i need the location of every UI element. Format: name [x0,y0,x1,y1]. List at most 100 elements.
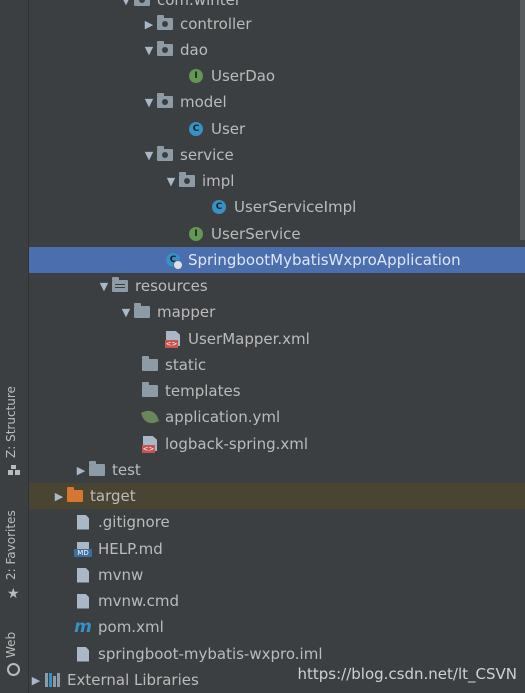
excluded-folder-icon [66,487,84,505]
folder-icon [141,382,159,400]
tree-row-help-md[interactable]: MD HELP.md [29,536,525,562]
expand-arrow-icon[interactable]: ▼ [97,280,111,293]
tree-item-label: SpringbootMybatisWxproApplication [188,251,461,269]
tree-item-label: mvnw [98,566,144,584]
tree-item-label: UserMapper.xml [188,330,310,348]
tree-item-label: resources [135,277,208,295]
tree-item-label: test [112,461,141,479]
tree-row-mapper[interactable]: ▼ mapper [29,299,525,325]
tree-row-gitignore[interactable]: .gitignore [29,509,525,535]
tool-window-strip: Z: Structure 2: Favorites Web ★ [0,0,29,693]
tree-row-user[interactable]: C User [29,116,525,142]
tree-item-label: UserService [211,225,301,243]
collapse-arrow-icon[interactable]: ▶ [74,464,88,477]
tree-row-impl[interactable]: ▼ impl [29,168,525,194]
tree-row-mvnw-cmd[interactable]: mvnw.cmd [29,588,525,614]
watermark-text: https://blog.csdn.net/lt_CSVN [297,665,517,683]
tree-row-dao[interactable]: ▼ dao [29,37,525,63]
resources-folder-icon [111,277,129,295]
tree-row-pom-xml[interactable]: m pom.xml [29,614,525,640]
tree-item-label: UserServiceImpl [234,198,357,216]
tree-item-label: templates [165,382,241,400]
tree-row-controller[interactable]: ▶ controller [29,11,525,37]
xml-file-icon: <> [164,330,182,348]
xml-file-icon: <> [141,435,159,453]
tree-row-userdao[interactable]: I UserDao [29,63,525,89]
tree-item-label: External Libraries [67,671,199,689]
tree-item-label: static [165,356,207,374]
folder-icon [141,356,159,374]
text-file-icon [74,566,92,584]
spring-leaf-icon [141,408,159,426]
tree-item-label: .gitignore [98,513,170,531]
tree-item-label: com.winter [157,0,242,9]
package-folder-icon [156,41,174,59]
tree-item-label: mvnw.cmd [98,592,180,610]
text-file-icon [74,592,92,610]
globe-icon[interactable] [7,663,20,676]
expand-arrow-icon[interactable]: ▼ [119,0,133,7]
expand-arrow-icon[interactable]: ▼ [142,149,156,162]
expand-arrow-icon[interactable]: ▼ [142,44,156,57]
collapse-arrow-icon[interactable]: ▶ [142,18,156,31]
structure-tab[interactable]: Z: Structure [4,386,18,458]
tree-item-label: springboot-mybatis-wxpro.iml [98,645,323,663]
tree-item-label: impl [202,172,235,190]
class-icon: C [210,198,228,216]
interface-icon: I [187,225,205,243]
expand-arrow-icon[interactable]: ▼ [119,306,133,319]
tree-item-label: service [180,146,234,164]
markdown-file-icon: MD [74,540,92,558]
tree-row-usermapper-xml[interactable]: <> UserMapper.xml [29,326,525,352]
project-tree: ▼ com.winter ▶ controller ▼ dao I UserDa… [29,0,525,693]
folder-icon [88,461,106,479]
web-tab[interactable]: Web [4,632,18,658]
tree-row-static[interactable]: static [29,352,525,378]
libraries-icon [43,671,61,689]
tree-row-logback-xml[interactable]: <> logback-spring.xml [29,431,525,457]
interface-icon: I [187,67,205,85]
text-file-icon [74,513,92,531]
package-folder-icon [156,93,174,111]
tree-row-target[interactable]: ▶ target [29,483,525,509]
package-folder-icon [133,0,151,9]
tree-row-templates[interactable]: templates [29,378,525,404]
tree-item-label: pom.xml [98,618,164,636]
tree-row-test[interactable]: ▶ test [29,457,525,483]
tree-item-label: UserDao [211,67,276,85]
maven-icon: m [74,617,92,637]
tree-item-label: dao [180,41,208,59]
tree-item-label: controller [180,15,252,33]
tree-item-label: User [211,120,246,138]
structure-tab-label: Z: Structure [4,386,18,458]
tree-item-label: HELP.md [98,540,163,558]
tree-row-userserviceimpl[interactable]: C UserServiceImpl [29,194,525,220]
tree-item-label: mapper [157,303,216,321]
expand-arrow-icon[interactable]: ▼ [164,175,178,188]
favorites-tab-label: 2: Favorites [4,510,18,580]
favorites-tab[interactable]: 2: Favorites [4,510,18,580]
tree-row-springboot-application[interactable]: C SpringbootMybatisWxproApplication [29,247,525,273]
collapse-arrow-icon[interactable]: ▶ [29,674,43,687]
structure-icon[interactable] [8,465,20,475]
tree-row-model[interactable]: ▼ model [29,89,525,115]
tree-item-label: application.yml [165,408,281,426]
tree-item-label: model [180,93,227,111]
collapse-arrow-icon[interactable]: ▶ [52,490,66,503]
star-icon[interactable]: ★ [7,586,20,602]
expand-arrow-icon[interactable]: ▼ [142,96,156,109]
tree-item-label: target [90,487,136,505]
package-folder-icon [178,172,196,190]
tree-row-userservice[interactable]: I UserService [29,221,525,247]
tree-row-mvnw[interactable]: mvnw [29,562,525,588]
class-icon: C [187,120,205,138]
web-tab-label: Web [4,631,18,658]
tree-row-service[interactable]: ▼ service [29,142,525,168]
folder-icon [133,303,151,321]
package-folder-icon [156,146,174,164]
tree-row-application-yml[interactable]: application.yml [29,404,525,430]
tree-item-label: logback-spring.xml [165,435,309,453]
tree-row-resources[interactable]: ▼ resources [29,273,525,299]
tree-row-iml[interactable]: springboot-mybatis-wxpro.iml [29,641,525,667]
package-folder-icon [156,15,174,33]
